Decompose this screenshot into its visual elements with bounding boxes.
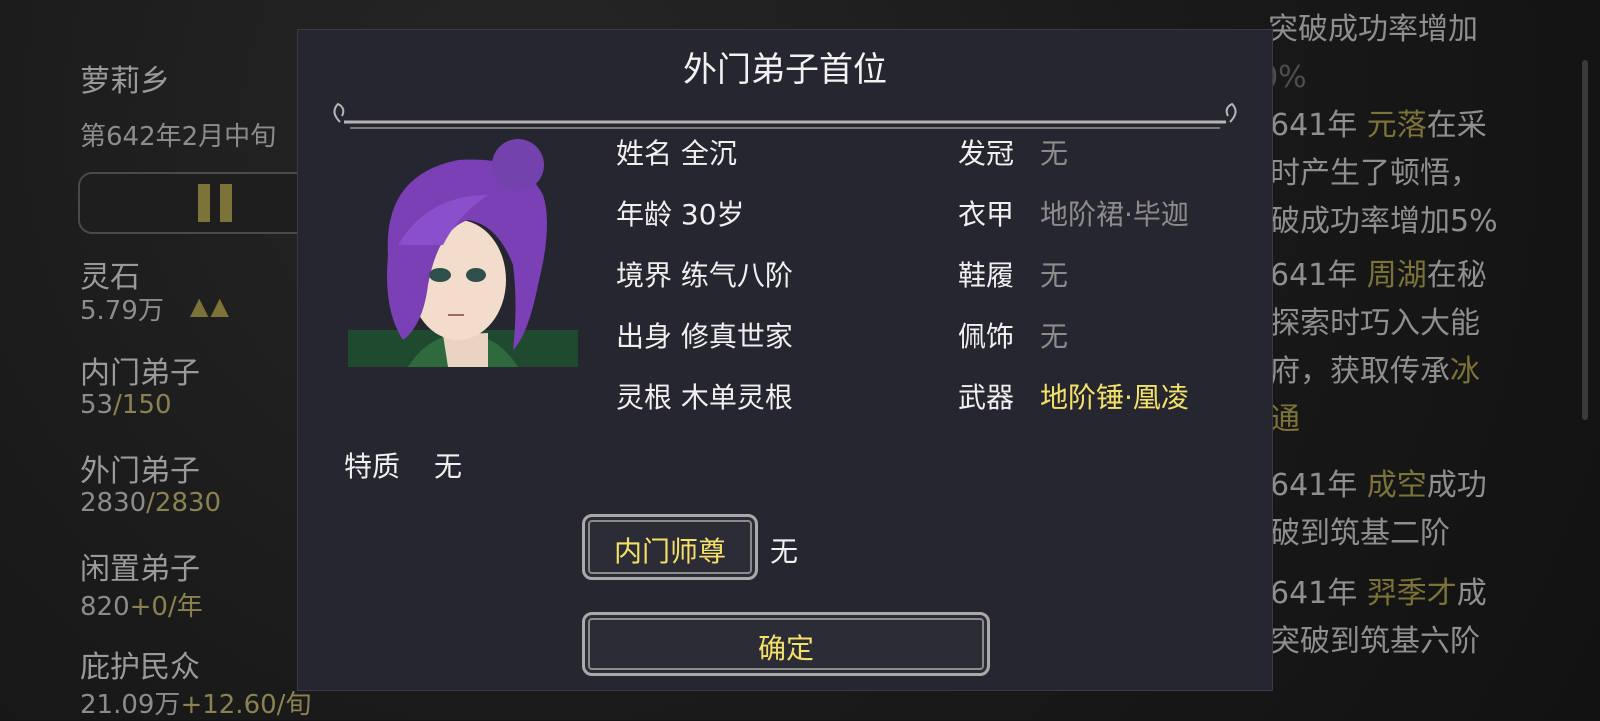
protected-people-label: 庇护民众 (80, 650, 200, 685)
shoes-label: 鞋履 (958, 259, 1015, 292)
inner-disciples-count: 53/150 (80, 390, 172, 420)
log-line: 第641年 成空成功 (1240, 468, 1487, 503)
log-line: 第641年 周湖在秘 (1240, 258, 1487, 293)
crown-label: 发冠 (958, 137, 1015, 170)
log-line: 第641年 羿季才成 (1240, 576, 1487, 611)
crown-value[interactable]: 无 (1040, 132, 1068, 172)
sect-name: 萝莉乡 (80, 64, 170, 99)
trait-label: 特质 (344, 450, 401, 483)
age-row: 年龄 30岁 (616, 198, 745, 231)
ornament-value[interactable]: 无 (1040, 315, 1068, 355)
title-divider-ornament (333, 102, 1237, 129)
disciple-portrait (348, 139, 578, 367)
log-line: 10% (1240, 60, 1307, 95)
log-scrollbar[interactable] (1582, 60, 1588, 420)
event-log: 突破成功率增加 10% 第641年 元落在采 掘时产生了顿悟， 突破成功率增加5… (1240, 6, 1568, 666)
log-line: 突破成功率增加5% (1240, 204, 1498, 239)
inner-disciples-label: 内门弟子 (80, 356, 200, 391)
disciple-detail-dialog: 外门弟子首位 姓名 全沉 年龄 30岁 境界 练气八阶 出身 修真世家 灵根 木… (298, 30, 1272, 690)
log-line: 神通 (1240, 402, 1300, 437)
spirit-stone-value: 5.79万 (80, 296, 164, 326)
realm-row: 境界 练气八阶 (616, 259, 793, 292)
name-row: 姓名 全沉 (616, 137, 737, 170)
log-line: 功突破到筑基六阶 (1240, 624, 1480, 659)
log-line: 突破到筑基二阶 (1240, 516, 1450, 551)
outer-disciples-label: 外门弟子 (80, 454, 200, 489)
log-line: 突破成功率增加 (1268, 12, 1478, 47)
protected-people-count: 21.09万+12.60/旬 (80, 690, 312, 720)
game-date: 第642年2月中旬 (80, 122, 277, 152)
armor-label: 衣甲 (958, 198, 1015, 231)
armor-value[interactable]: 地阶裙·毕迦 (1040, 193, 1189, 233)
confirm-button[interactable]: 确定 (582, 612, 990, 676)
idle-disciples-label: 闲置弟子 (80, 552, 200, 587)
weapon-value[interactable]: 地阶锤·凰凌 (1040, 376, 1189, 416)
log-line: 第641年 元落在采 (1240, 108, 1487, 143)
origin-row: 出身 修真世家 (616, 320, 793, 353)
ornament-label: 佩饰 (958, 320, 1015, 353)
log-line: 洞府，获取传承冰 (1240, 354, 1480, 389)
increase-arrows-icon: ▲▲ (190, 292, 231, 320)
idle-disciples-count: 820+0/年 (80, 592, 203, 622)
outer-disciples-count: 2830/2830 (80, 488, 222, 518)
spirit-root-row: 灵根 木单灵根 (616, 381, 793, 414)
pause-icon[interactable] (198, 184, 232, 222)
shoes-value[interactable]: 无 (1040, 254, 1068, 294)
weapon-label: 武器 (958, 381, 1015, 414)
pause-bar[interactable] (78, 172, 310, 234)
log-line: 境探索时巧入大能 (1240, 306, 1480, 341)
trait-value: 无 (434, 450, 463, 483)
inner-master-button[interactable]: 内门师尊 (582, 514, 758, 580)
log-line: 掘时产生了顿悟， (1240, 156, 1480, 191)
inner-master-value: 无 (770, 535, 799, 568)
